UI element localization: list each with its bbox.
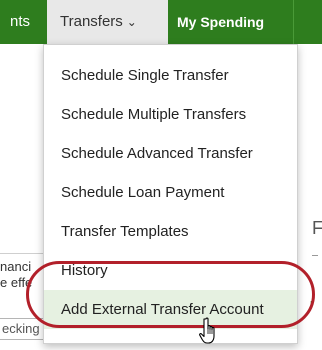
menu-item-history[interactable]: History: [44, 251, 297, 290]
chevron-down-icon: ⌄: [126, 15, 137, 29]
nav-item-partial[interactable]: nts: [10, 0, 30, 44]
transfers-dropdown-menu: Schedule Single Transfer Schedule Multip…: [43, 44, 298, 344]
background-heading-fragment: F: [312, 218, 322, 238]
menu-item-schedule-single-transfer[interactable]: Schedule Single Transfer: [44, 56, 297, 95]
menu-item-schedule-loan-payment[interactable]: Schedule Loan Payment: [44, 173, 297, 212]
menu-item-transfer-templates[interactable]: Transfer Templates: [44, 212, 297, 251]
background-divider: [312, 255, 318, 256]
background-link-fragment: l: [310, 300, 313, 312]
menu-item-schedule-advanced-transfer[interactable]: Schedule Advanced Transfer: [44, 134, 297, 173]
nav-item-transfers[interactable]: Transfers ⌄: [47, 0, 168, 44]
nav-divider: [293, 0, 294, 44]
background-text-fragment: nanci: [0, 259, 32, 274]
menu-item-add-external-transfer-account[interactable]: Add External Transfer Account: [44, 290, 297, 329]
background-text-fragment: e effe: [0, 275, 33, 290]
nav-item-my-spending[interactable]: My Spending: [177, 0, 264, 44]
menu-item-schedule-multiple-transfers[interactable]: Schedule Multiple Transfers: [44, 95, 297, 134]
nav-transfers-label: Transfers: [60, 13, 123, 30]
top-nav-bar: nts Transfers ⌄ My Spending: [0, 0, 322, 44]
background-divider: [0, 253, 43, 254]
